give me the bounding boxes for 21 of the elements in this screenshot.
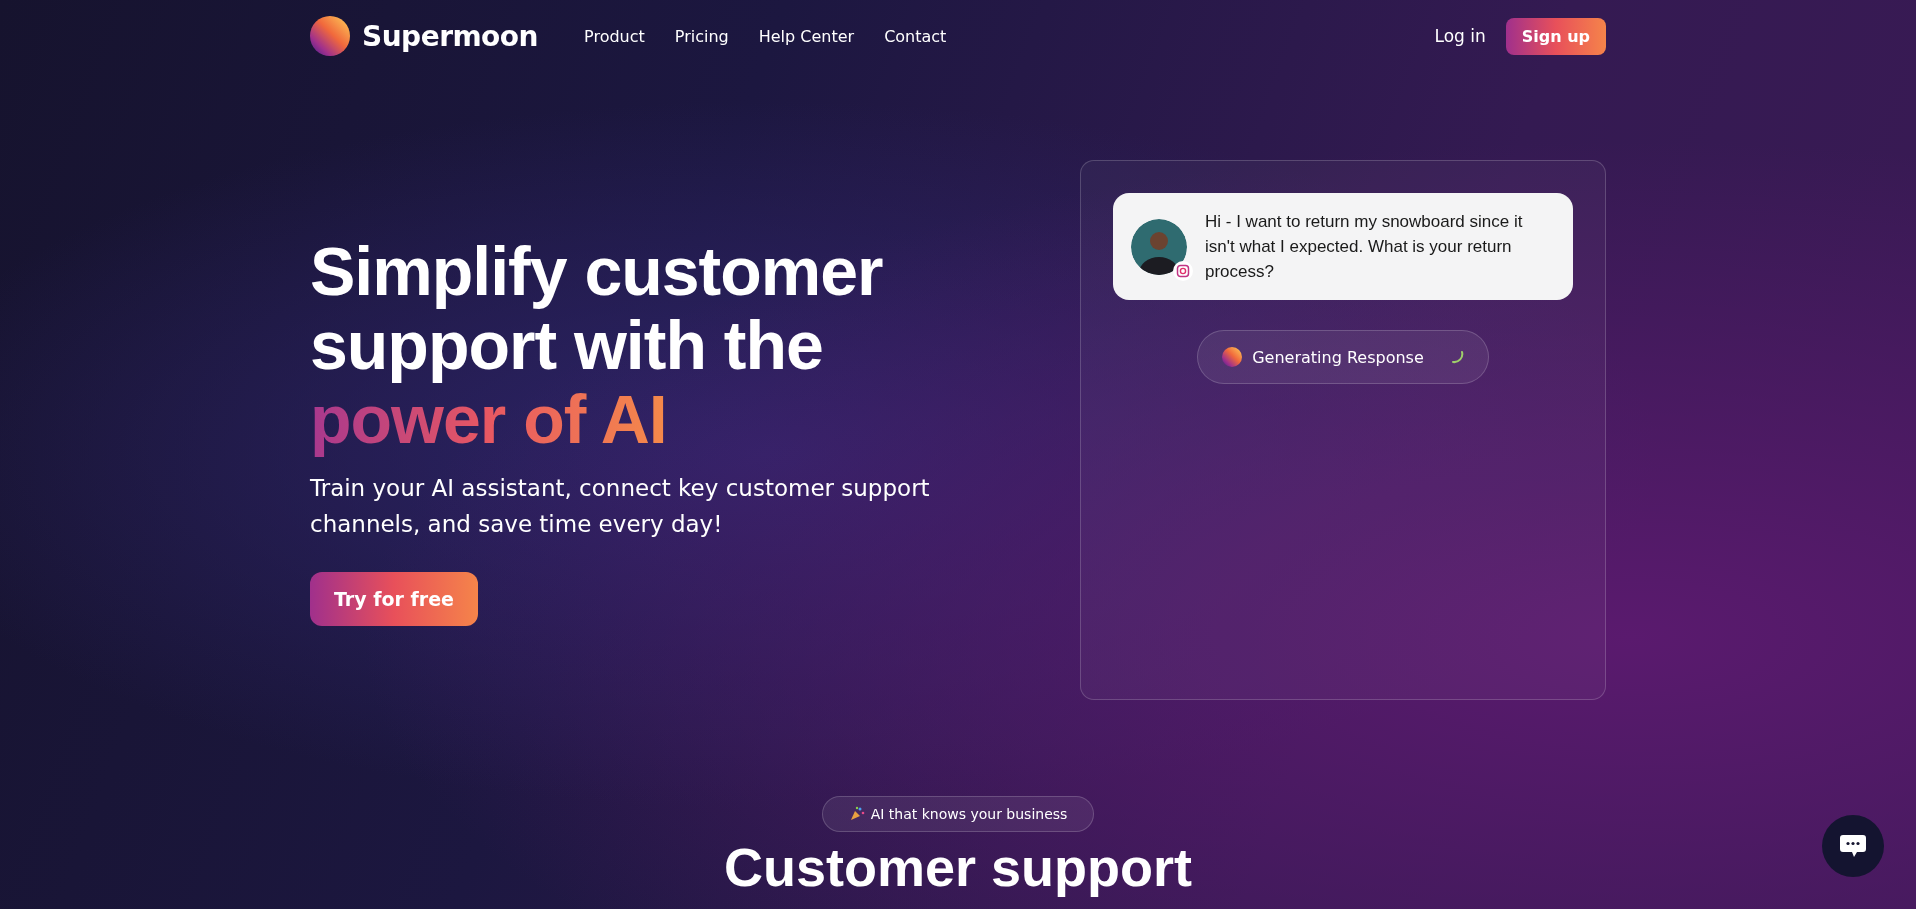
signup-button[interactable]: Sign up bbox=[1505, 17, 1606, 55]
login-link[interactable]: Log in bbox=[1434, 26, 1486, 46]
hero-subtitle: Train your AI assistant, connect key customer support channels, and save time every day! bbox=[310, 474, 930, 539]
section-title: Customer support bbox=[724, 838, 1192, 896]
status-text: Generating Response bbox=[1252, 347, 1424, 367]
spinner-icon bbox=[1449, 350, 1464, 364]
nav-link[interactable]: Contact bbox=[884, 26, 947, 46]
moon-logo-icon bbox=[310, 16, 350, 56]
brand-name[interactable]: Supermoon bbox=[362, 19, 539, 53]
hero-headline: Simplify customer support with the power of AI bbox=[310, 234, 884, 456]
party-popper-icon bbox=[848, 806, 865, 822]
try-free-button[interactable]: Try for free bbox=[310, 572, 478, 626]
badge-text: AI that knows your business bbox=[870, 806, 1068, 822]
message-text: Hi - I want to return my snowboard since it isn't what I expected. What is your return process? bbox=[1205, 211, 1524, 283]
avatar-icon bbox=[1131, 218, 1187, 275]
nav-link[interactable]: Help Center bbox=[758, 26, 855, 46]
moon-logo-icon bbox=[1222, 347, 1243, 367]
nav-link[interactable]: Pricing bbox=[674, 26, 729, 46]
instagram-icon bbox=[1173, 260, 1193, 281]
nav-link[interactable]: Product bbox=[584, 26, 645, 46]
chat-bubble-icon bbox=[1839, 833, 1867, 859]
